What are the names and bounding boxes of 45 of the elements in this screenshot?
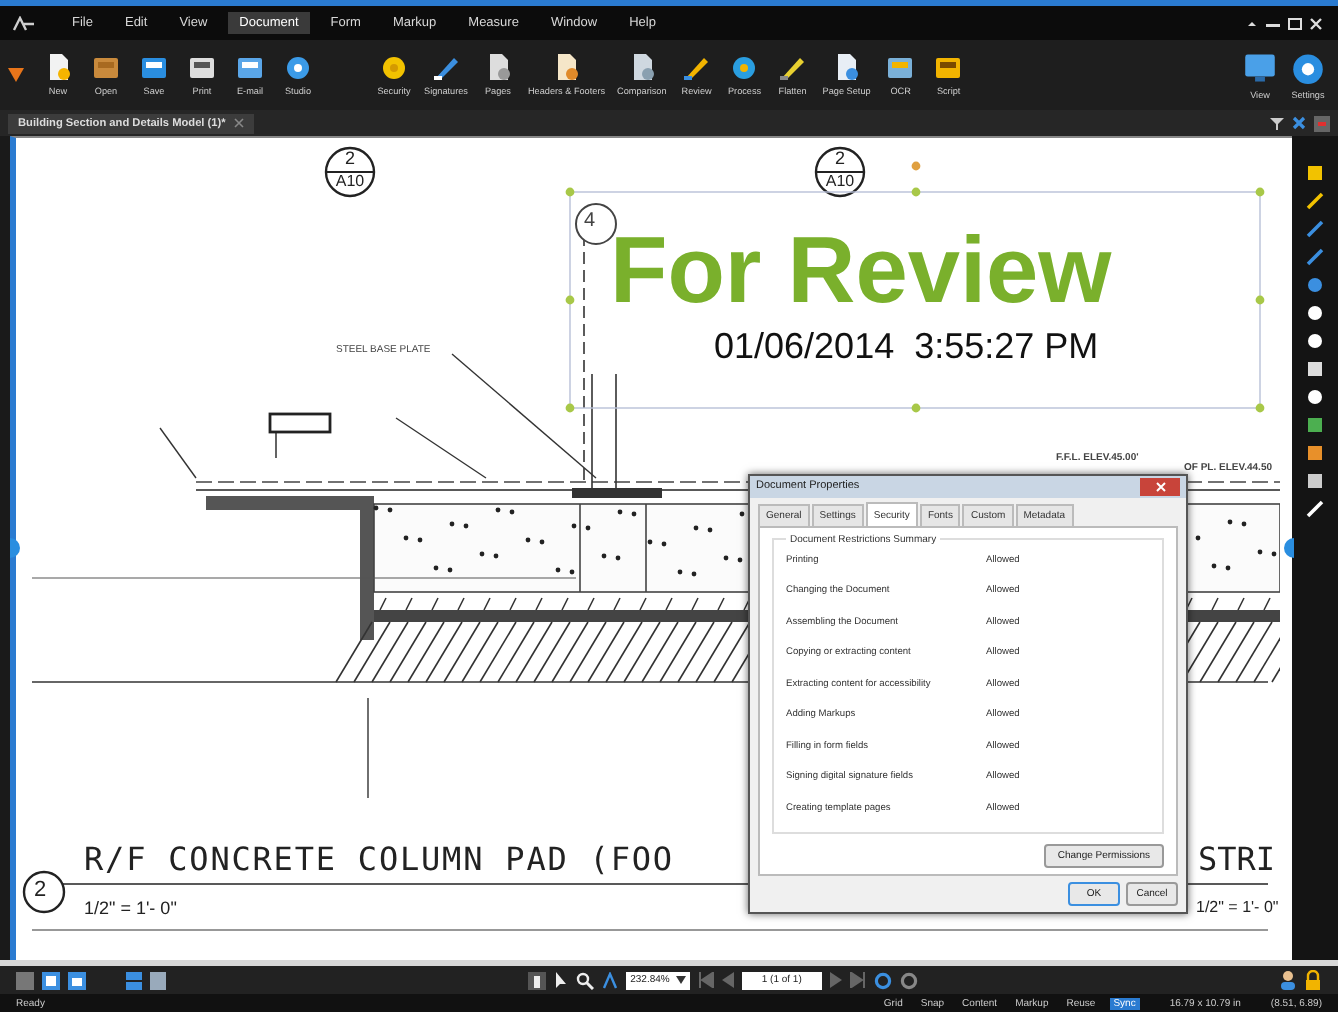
padlock-icon[interactable] (1304, 970, 1322, 990)
document-icon (44, 54, 72, 80)
close-button[interactable] (1140, 477, 1180, 496)
split-view-icon[interactable] (126, 971, 142, 989)
document-icon (552, 54, 581, 80)
drawing-title: STRI (1198, 840, 1276, 878)
note-icon[interactable] (1306, 164, 1324, 182)
stamp-title: For Review (610, 214, 1112, 324)
caret-up-icon[interactable] (1246, 17, 1258, 29)
zoom-icon[interactable] (576, 971, 595, 989)
pointer-icon[interactable] (554, 971, 569, 989)
pen-icon (431, 54, 460, 80)
section-number: 2 (832, 148, 847, 168)
drawing-scale: 1/2" = 1'- 0" (84, 898, 177, 918)
last-page-icon[interactable] (849, 972, 866, 988)
funnel-icon[interactable] (1270, 117, 1284, 129)
grid-icon[interactable] (16, 971, 34, 989)
stamp-timestamp: 01/06/2014 3:55:27 PM (714, 326, 1099, 368)
detail-number: 4 (584, 210, 596, 232)
maximize-icon[interactable] (1288, 17, 1302, 29)
app-logo-icon[interactable] (12, 15, 36, 31)
pen-icon[interactable] (1306, 248, 1324, 266)
next-page-icon[interactable] (829, 972, 842, 988)
close-icon (1155, 481, 1165, 492)
user-icon[interactable] (1280, 970, 1296, 990)
document-icon (832, 54, 861, 80)
panel-handle[interactable] (10, 538, 22, 558)
shape-icon[interactable] (1306, 360, 1324, 378)
sheet-number: A10 (823, 172, 857, 190)
previous-page-icon[interactable] (721, 972, 734, 988)
dropdown-triangle-icon[interactable] (8, 68, 24, 82)
split-view-icon[interactable] (150, 971, 166, 989)
circle-icon[interactable] (1306, 388, 1324, 406)
caret-icon (675, 976, 686, 984)
sheet-number: A10 (333, 172, 367, 190)
first-page-icon[interactable] (697, 972, 714, 988)
monitor-icon (1242, 51, 1278, 83)
title-marker-number: 2 (34, 878, 47, 902)
circle-icon[interactable] (1306, 332, 1324, 350)
drawing-title: R/F CONCRETE COLUMN PAD (FOO (84, 840, 674, 878)
line-icon[interactable] (1306, 500, 1324, 518)
dot-icon[interactable] (1306, 304, 1324, 322)
section-number: 2 (342, 148, 357, 168)
panel-handle[interactable] (1282, 538, 1294, 558)
drawing-scale: 1/2" = 1'- 0" (1196, 898, 1279, 916)
